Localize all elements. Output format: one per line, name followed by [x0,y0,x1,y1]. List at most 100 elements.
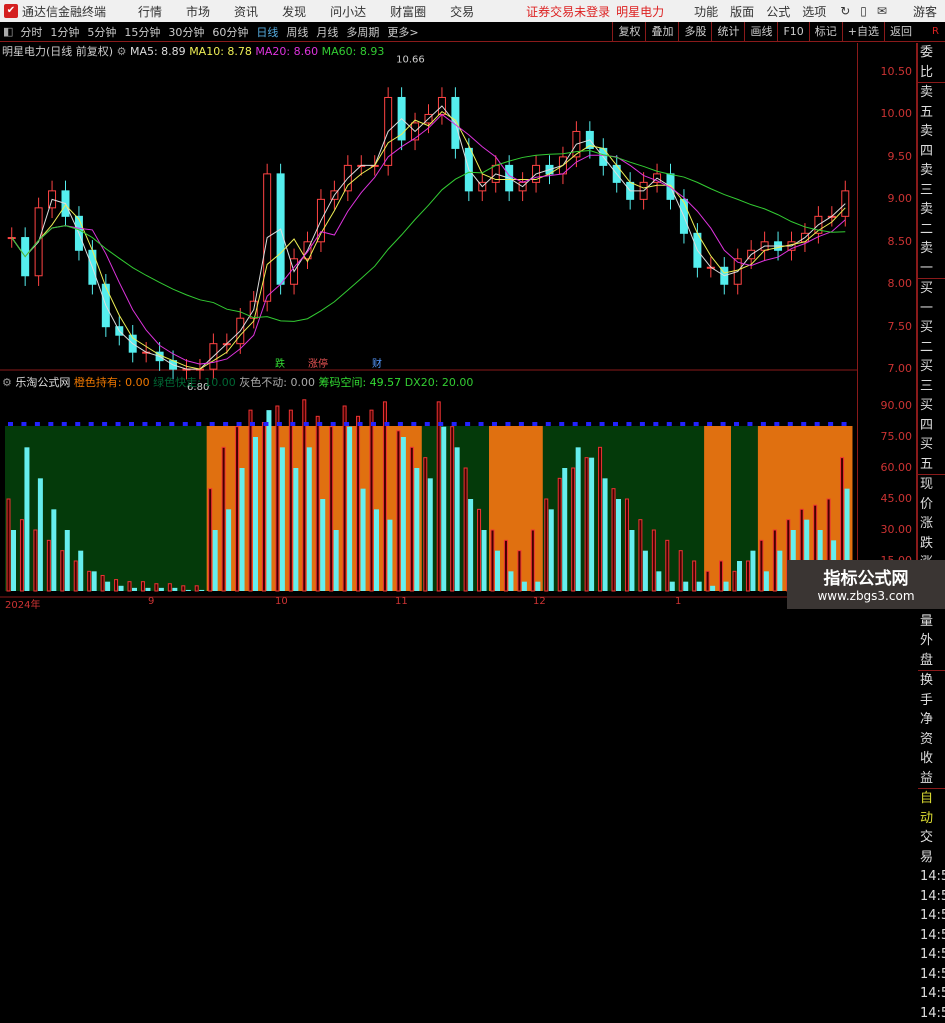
band-green [193,426,207,591]
indicator-cyan-bar [253,437,258,591]
indicator-red-bar [7,499,10,591]
indicator-red-bar [88,571,91,591]
indicator-cyan-bar [401,437,406,591]
price-tick: 10.50 [881,65,913,78]
indicator-red-bar [155,584,158,591]
indicator-red-bar [437,402,440,591]
indicator-cyan-bar [724,582,729,591]
indicator-top-marker [223,422,228,426]
indicator-cyan-bar [38,478,43,591]
indicator-top-marker [331,422,336,426]
sidebar-label[interactable]: 自动 [918,788,945,828]
indicator-top-marker [411,422,416,426]
indicator-red-bar [760,540,763,591]
sidebar-label[interactable]: 交易 [918,828,945,867]
indicator-red-bar [115,580,118,591]
indicator-red-bar [128,582,131,591]
indicator-top-marker [398,422,403,426]
indicator-top-marker [344,422,349,426]
sidebar-label: 14:56 [918,887,945,907]
indicator-tick: 90.00 [881,399,913,412]
sidebar-label: 14:56 [918,965,945,985]
indicator-cyan-bar [213,530,218,591]
user-label[interactable]: 游客 [913,3,937,20]
indicator-cyan-bar [186,590,191,591]
sidebar-label: 收益 [918,749,945,788]
indicator-cyan-bar [105,582,110,591]
watermark-url: www.zbgs3.com [787,589,945,603]
indicator-top-marker [169,422,174,426]
indicator-cyan-bar [549,509,554,591]
price-tick: 10.00 [881,107,913,120]
indicator-top-marker [425,422,430,426]
indicator-cyan-bar [199,590,204,591]
sidebar-label: 卖五 [918,82,945,122]
indicator-top-marker [35,422,40,426]
mail-icon[interactable]: ✉ [877,4,887,18]
indicator-red-bar [20,520,23,591]
indicator-top-marker [317,422,322,426]
band-green [153,426,167,591]
tool-button[interactable]: 返回 [884,22,917,42]
watermark-title: 指标公式网 [787,564,945,589]
indicator-red-bar [612,489,615,591]
indicator-red-bar [720,561,723,591]
indicator-red-bar [383,402,386,591]
indicator-cyan-bar [562,468,567,591]
indicator-cyan-bar [65,530,70,591]
indicator-top-marker [774,422,779,426]
indicator-red-bar [572,468,575,591]
price-chart[interactable]: 10.666.80跌涨停财 [0,0,857,609]
indicator-red-bar [599,447,602,591]
indicator-red-bar [316,416,319,591]
indicator-red-bar [706,571,709,591]
date-label: 12 [533,596,546,607]
date-label: 11 [395,596,408,607]
indicator-cyan-bar [522,582,527,591]
sidebar-label: 14:56 [918,984,945,1004]
indicator-top-marker [667,422,672,426]
indicator-cyan-bar [777,551,782,591]
indicator-top-marker [263,422,268,426]
indicator-red-bar [141,582,144,591]
r-label: R [932,26,939,37]
indicator-cyan-bar [320,499,325,591]
price-tick: 8.50 [888,235,913,248]
gray-still: 灰色不动: 0.00 [239,376,315,389]
event-tag[interactable]: 涨停 [308,357,328,370]
indicator-top-marker [183,422,188,426]
indicator-red-bar [74,561,77,591]
indicator-cyan-bar [159,588,164,591]
indicator-cyan-bar [482,530,487,591]
band-green [86,426,100,591]
event-tag[interactable]: 财 [372,357,382,370]
indicator-cyan-bar [51,509,56,591]
indicator-red-bar [289,410,292,591]
indicator-top-marker [532,422,537,426]
indicator-cyan-bar [441,427,446,591]
indicator-red-bar [679,551,682,591]
indicator-top-marker [815,422,820,426]
indicator-top-marker [277,422,282,426]
price-tick: 9.50 [888,150,913,163]
sidebar-label: 买二 [918,318,945,357]
indicator-cyan-bar [750,551,755,591]
indicator-red-bar [357,416,360,591]
indicator-top-marker [237,422,242,426]
sidebar-label: 涨跌 [918,514,945,553]
indicator-cyan-bar [361,489,366,591]
indicator-top-marker [788,422,793,426]
sidebar-label: 14:56 [918,867,945,887]
settings-icon[interactable]: ⚙ [2,376,12,389]
sidebar-label: 卖一 [918,239,945,278]
indicator-top-marker [640,422,645,426]
phone-icon[interactable]: ▯ [860,4,867,18]
sidebar-label: 14:56 [918,945,945,965]
band-green [126,426,140,591]
band-orange [704,426,718,591]
indicator-red-bar [773,530,776,591]
indicator-red-bar [545,499,548,591]
indicator-cyan-bar [764,571,769,591]
indicator-cyan-bar [11,530,16,591]
event-tag[interactable]: 跌 [275,357,285,370]
